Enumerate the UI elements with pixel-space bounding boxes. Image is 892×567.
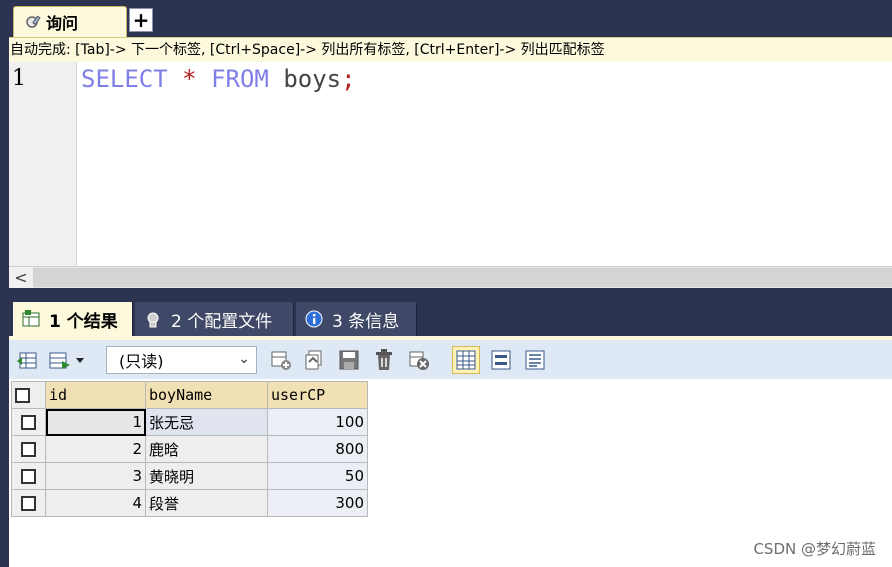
result-grid-icon	[21, 309, 41, 329]
sql-editor[interactable]: 1 SELECT * FROM boys;	[9, 62, 892, 266]
delete-icon[interactable]	[372, 348, 396, 372]
operator-star: *	[182, 65, 197, 93]
cell-usercp[interactable]: 100	[267, 408, 368, 436]
cell-usercp[interactable]: 300	[267, 489, 368, 517]
result-toolbar: (只读) ⌄	[9, 336, 892, 379]
cell-usercp[interactable]: 800	[267, 435, 368, 463]
table-row[interactable]: 4 段誉 300	[11, 489, 368, 517]
tab-query[interactable]: 询问	[13, 6, 127, 37]
tab-profiles-label: 2 个配置文件	[171, 311, 273, 332]
table-identifier: boys	[283, 65, 342, 93]
table-row[interactable]: 1 张无忌 100	[11, 408, 368, 436]
line-number: 1	[12, 66, 26, 91]
keyword-select: SELECT	[81, 65, 168, 93]
column-header-id[interactable]: id	[45, 381, 146, 409]
autocomplete-hint: 自动完成: [Tab]-> 下一个标签, [Ctrl+Space]-> 列出所有…	[9, 37, 892, 62]
row-checkbox[interactable]	[11, 462, 46, 490]
line-gutter: 1	[9, 62, 77, 266]
tab-results[interactable]: 1 个结果	[13, 302, 133, 336]
insert-row-icon[interactable]	[269, 348, 293, 372]
cancel-icon[interactable]	[407, 348, 431, 372]
cell-boyname[interactable]: 黄晓明	[145, 462, 268, 490]
info-icon	[304, 309, 324, 329]
select-all-checkbox[interactable]	[11, 381, 46, 409]
export-icon[interactable]	[15, 348, 39, 372]
cell-boyname[interactable]: 段誉	[145, 489, 268, 517]
scroll-left-button[interactable]: <	[9, 267, 33, 288]
horizontal-scrollbar[interactable]: <	[9, 266, 892, 288]
text-view-icon[interactable]	[523, 348, 547, 372]
profile-icon	[143, 309, 163, 329]
grid-view-icon[interactable]	[452, 346, 480, 374]
new-tab-button[interactable]: +	[129, 8, 153, 32]
pane-splitter[interactable]	[9, 288, 892, 302]
query-icon	[24, 13, 42, 31]
form-view-icon[interactable]	[489, 348, 513, 372]
code-line[interactable]: SELECT * FROM boys;	[81, 65, 356, 93]
row-checkbox[interactable]	[11, 489, 46, 517]
duplicate-row-icon[interactable]	[302, 348, 326, 372]
readonly-select-value: (只读)	[119, 352, 164, 371]
cell-id[interactable]: 4	[45, 489, 146, 517]
query-tab-bar: 询问 +	[9, 0, 892, 37]
semicolon: ;	[341, 65, 356, 93]
cell-id[interactable]: 3	[45, 462, 146, 490]
tab-query-label: 询问	[46, 14, 79, 33]
table-header-row: id boyName userCP	[11, 381, 368, 409]
column-header-usercp[interactable]: userCP	[267, 381, 368, 409]
table-row[interactable]: 2 鹿晗 800	[11, 435, 368, 463]
column-header-boyname[interactable]: boyName	[145, 381, 268, 409]
watermark: CSDN @梦幻蔚蓝	[753, 540, 876, 558]
row-checkbox[interactable]	[11, 435, 46, 463]
chevron-down-icon: ⌄	[238, 351, 250, 367]
row-checkbox[interactable]	[11, 408, 46, 436]
tab-results-label: 1 个结果	[49, 311, 118, 332]
scroll-track[interactable]	[33, 268, 892, 287]
import-dropdown-icon[interactable]	[47, 348, 89, 372]
cell-usercp[interactable]: 50	[267, 462, 368, 490]
table-row[interactable]: 3 黄晓明 50	[11, 462, 368, 490]
results-table: id boyName userCP 1 张无忌 100 2 鹿晗 800 3 黄…	[11, 381, 368, 517]
readonly-select[interactable]: (只读) ⌄	[106, 346, 257, 374]
cell-boyname[interactable]: 鹿晗	[145, 435, 268, 463]
keyword-from: FROM	[211, 65, 269, 93]
cell-boyname[interactable]: 张无忌	[145, 408, 268, 436]
cell-id[interactable]: 1	[45, 408, 146, 436]
cell-id[interactable]: 2	[45, 435, 146, 463]
window-frame	[0, 0, 9, 567]
tab-messages[interactable]: 3 条信息	[296, 302, 417, 336]
tab-profiles[interactable]: 2 个配置文件	[135, 302, 294, 336]
save-icon[interactable]	[337, 348, 361, 372]
result-tab-bar: 1 个结果 2 个配置文件 3 条信息	[9, 302, 892, 336]
tab-messages-label: 3 条信息	[332, 311, 400, 332]
